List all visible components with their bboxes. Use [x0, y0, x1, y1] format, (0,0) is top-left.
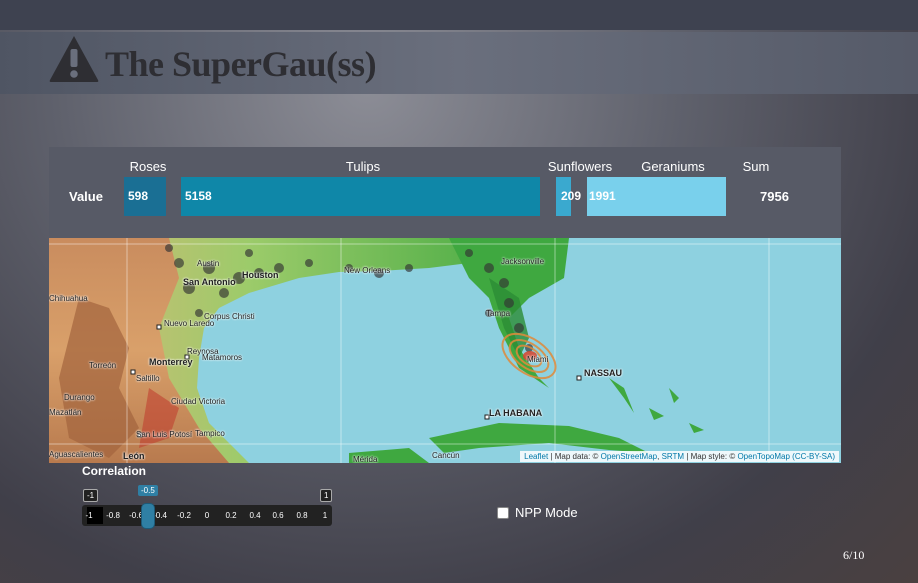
row-label-value: Value [69, 189, 103, 204]
slider-tick: -0.4 [153, 511, 167, 520]
bar-roses[interactable]: 598 [124, 177, 166, 216]
map-attribution: Leaflet | Map data: © OpenStreetMap, SRT… [520, 451, 839, 462]
header: The SuperGau(ss) [0, 32, 918, 94]
correlation-slider-handle[interactable] [141, 503, 155, 529]
map-label-monterrey: Monterrey [149, 357, 193, 367]
slider-tick: 0.8 [296, 511, 308, 520]
map-label-aguascalientes: Aguascalientes [49, 450, 104, 459]
bar-header-tulips: Tulips [345, 159, 381, 174]
map-label-saltillo: Saltillo [136, 374, 160, 383]
slider-tick: 0.6 [272, 511, 284, 520]
correlation-label: Correlation [82, 464, 147, 478]
map-label-jacksonville: Jacksonville [501, 257, 545, 266]
bar-sunflowers[interactable]: 209 [556, 177, 581, 216]
bar-header-geraniums: Geraniums [641, 159, 705, 174]
map-label-new-orleans: New Orleans [344, 266, 391, 275]
top-bar [0, 0, 918, 30]
map-label-torreon: Torreón [89, 361, 117, 370]
map-label-la-habana: LA HABANA [489, 408, 543, 418]
srtm-link[interactable]: SRTM [662, 452, 685, 461]
map-label-leon: León [123, 451, 145, 461]
bar-header-sunflowers: Sunflowers [547, 159, 613, 174]
openstreetmap-link[interactable]: OpenStreetMap [601, 452, 657, 461]
correlation-slider-track[interactable]: -1 -0.8 -0.6 -0.4 -0.2 0 0.2 0.4 0.6 0.8… [82, 505, 332, 526]
bar-value-roses: 598 [128, 189, 149, 203]
map-label-chihuahua: Chihuahua [49, 294, 88, 303]
attribution-map-style-text: | Map style: © [686, 452, 736, 461]
npp-mode-label: NPP Mode [515, 505, 578, 520]
bar-header-roses: Roses [129, 159, 167, 174]
slider-value-bubble: -0.5 [138, 485, 158, 496]
map-label-miami: Miami [527, 355, 549, 364]
map-label-austin: Austin [197, 259, 220, 268]
license-link[interactable]: (CC-BY-SA) [792, 452, 835, 461]
map-label-mazatlan: Mazatlán [49, 408, 82, 417]
bar-value-geraniums: 1991 [589, 189, 616, 203]
attribution-map-data-text: | Map data: © [550, 452, 599, 461]
map-label-matamoros: Matamoros [202, 353, 243, 362]
map-label-san-luis-potosi: San Luis Potosí [136, 430, 193, 439]
bar-geraniums[interactable]: 1991 [587, 177, 726, 216]
map-label-merida: Mérida [353, 455, 378, 463]
map-label-cancun: Cancún [432, 451, 460, 460]
slider-tick: -0.2 [177, 511, 191, 520]
slider-tick: 0.2 [225, 511, 237, 520]
slider-max-label: 1 [320, 489, 333, 502]
bar-value-sunflowers: 209 [561, 189, 582, 203]
page-indicator: 6/10 [843, 548, 865, 562]
bar-header-sum: Sum [742, 159, 770, 174]
npp-mode-toggle[interactable]: NPP Mode [497, 505, 578, 520]
map-label-ciudad-victoria: Ciudad Victoria [171, 397, 226, 406]
page-title: The SuperGau(ss) [105, 44, 377, 84]
slider-tick: -1 [85, 511, 93, 520]
slider-tick: 0 [204, 511, 210, 520]
opentopomap-link[interactable]: OpenTopoMap [737, 452, 789, 461]
leaflet-link[interactable]: Leaflet [524, 452, 548, 461]
bar-chart-panel: Roses Tulips Sunflowers Geraniums Sum Va… [49, 147, 841, 238]
bar-value-tulips: 5158 [185, 189, 212, 203]
bar-tulips[interactable]: 5158 [181, 177, 540, 216]
warning-icon [48, 34, 100, 89]
sum-value: 7956 [760, 189, 789, 204]
map-label-nassau: NASSAU [584, 368, 623, 378]
map-label-tampa: Tampa [486, 309, 511, 318]
map-label-houston: Houston [242, 270, 279, 280]
slider-min-label: -1 [83, 489, 99, 502]
map-label-nuevo-laredo: Nuevo Laredo [164, 319, 215, 328]
map-label-tampico: Tampico [195, 429, 225, 438]
slider-tick: 1 [322, 511, 328, 520]
map-label-san-antonio: San Antonio [183, 277, 236, 287]
slider-tick: -0.8 [106, 511, 120, 520]
npp-mode-checkbox[interactable] [497, 506, 509, 519]
map-label-durango: Durango [64, 393, 95, 402]
map[interactable]: Austin Houston San Antonio New Orleans J… [49, 238, 841, 463]
slider-tick: 0.4 [249, 511, 261, 520]
